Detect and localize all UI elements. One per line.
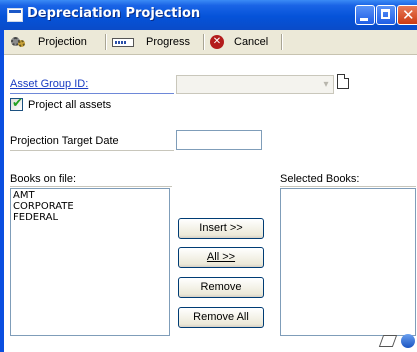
- toolbar-separator: [203, 34, 204, 50]
- checkmark-icon: ✔: [12, 96, 23, 111]
- toolbar: Projection Progress ✕ Cancel: [4, 30, 417, 55]
- selected-books-list[interactable]: [280, 188, 416, 336]
- toolbar-separator: [105, 34, 106, 50]
- projection-button[interactable]: Projection: [10, 33, 87, 51]
- project-all-label[interactable]: Project all assets: [28, 99, 111, 111]
- progress-button[interactable]: Progress: [112, 33, 190, 51]
- window-title: Depreciation Projection: [27, 6, 201, 21]
- asset-group-id-input[interactable]: [176, 75, 334, 94]
- remove-all-button[interactable]: Remove All: [178, 307, 264, 328]
- form-panel: Asset Group ID: ▾ ✔ Project all assets P…: [4, 55, 417, 352]
- project-all-checkbox[interactable]: ✔: [10, 96, 23, 111]
- title-bar[interactable]: Depreciation Projection ✕: [0, 0, 417, 30]
- new-document-icon[interactable]: [337, 74, 349, 89]
- progress-label: Progress: [146, 36, 191, 48]
- target-date-underline: [10, 150, 174, 151]
- toolbar-separator: [281, 34, 282, 50]
- books-underline: [10, 186, 172, 187]
- remove-button[interactable]: Remove: [178, 277, 264, 298]
- close-icon: ✕: [402, 6, 415, 24]
- close-button[interactable]: ✕: [397, 5, 417, 25]
- projection-label: Projection: [38, 36, 87, 48]
- note-icon[interactable]: [378, 335, 398, 347]
- cancel-label: Cancel: [234, 36, 269, 48]
- list-item[interactable]: AMT: [13, 190, 167, 201]
- progress-icon: [112, 37, 134, 47]
- app-window: Depreciation Projection ✕ Projection Pro…: [0, 0, 417, 352]
- books-on-file-list[interactable]: AMT CORPORATE FEDERAL: [10, 188, 170, 336]
- asset-group-underline: [10, 93, 174, 94]
- cancel-button[interactable]: ✕ Cancel: [210, 33, 268, 51]
- window-icon: [7, 8, 23, 22]
- cancel-icon: ✕: [210, 35, 224, 49]
- target-date-label: Projection Target Date: [10, 135, 119, 147]
- minimize-button[interactable]: [355, 5, 375, 25]
- list-item[interactable]: CORPORATE: [13, 201, 167, 212]
- books-on-file-label: Books on file:: [10, 173, 77, 185]
- chevron-down-icon[interactable]: ▾: [319, 76, 333, 93]
- insert-button[interactable]: Insert >>: [178, 218, 264, 239]
- asset-group-id-link[interactable]: Asset Group ID:: [10, 78, 88, 90]
- list-item[interactable]: FEDERAL: [13, 212, 167, 223]
- target-date-input[interactable]: [176, 130, 262, 150]
- help-icon[interactable]: [401, 334, 415, 348]
- maximize-button[interactable]: [376, 5, 396, 25]
- selected-books-label: Selected Books:: [280, 173, 360, 185]
- selected-underline: [280, 186, 416, 187]
- insert-all-button[interactable]: All >>: [178, 247, 264, 268]
- projection-icon: [10, 35, 26, 49]
